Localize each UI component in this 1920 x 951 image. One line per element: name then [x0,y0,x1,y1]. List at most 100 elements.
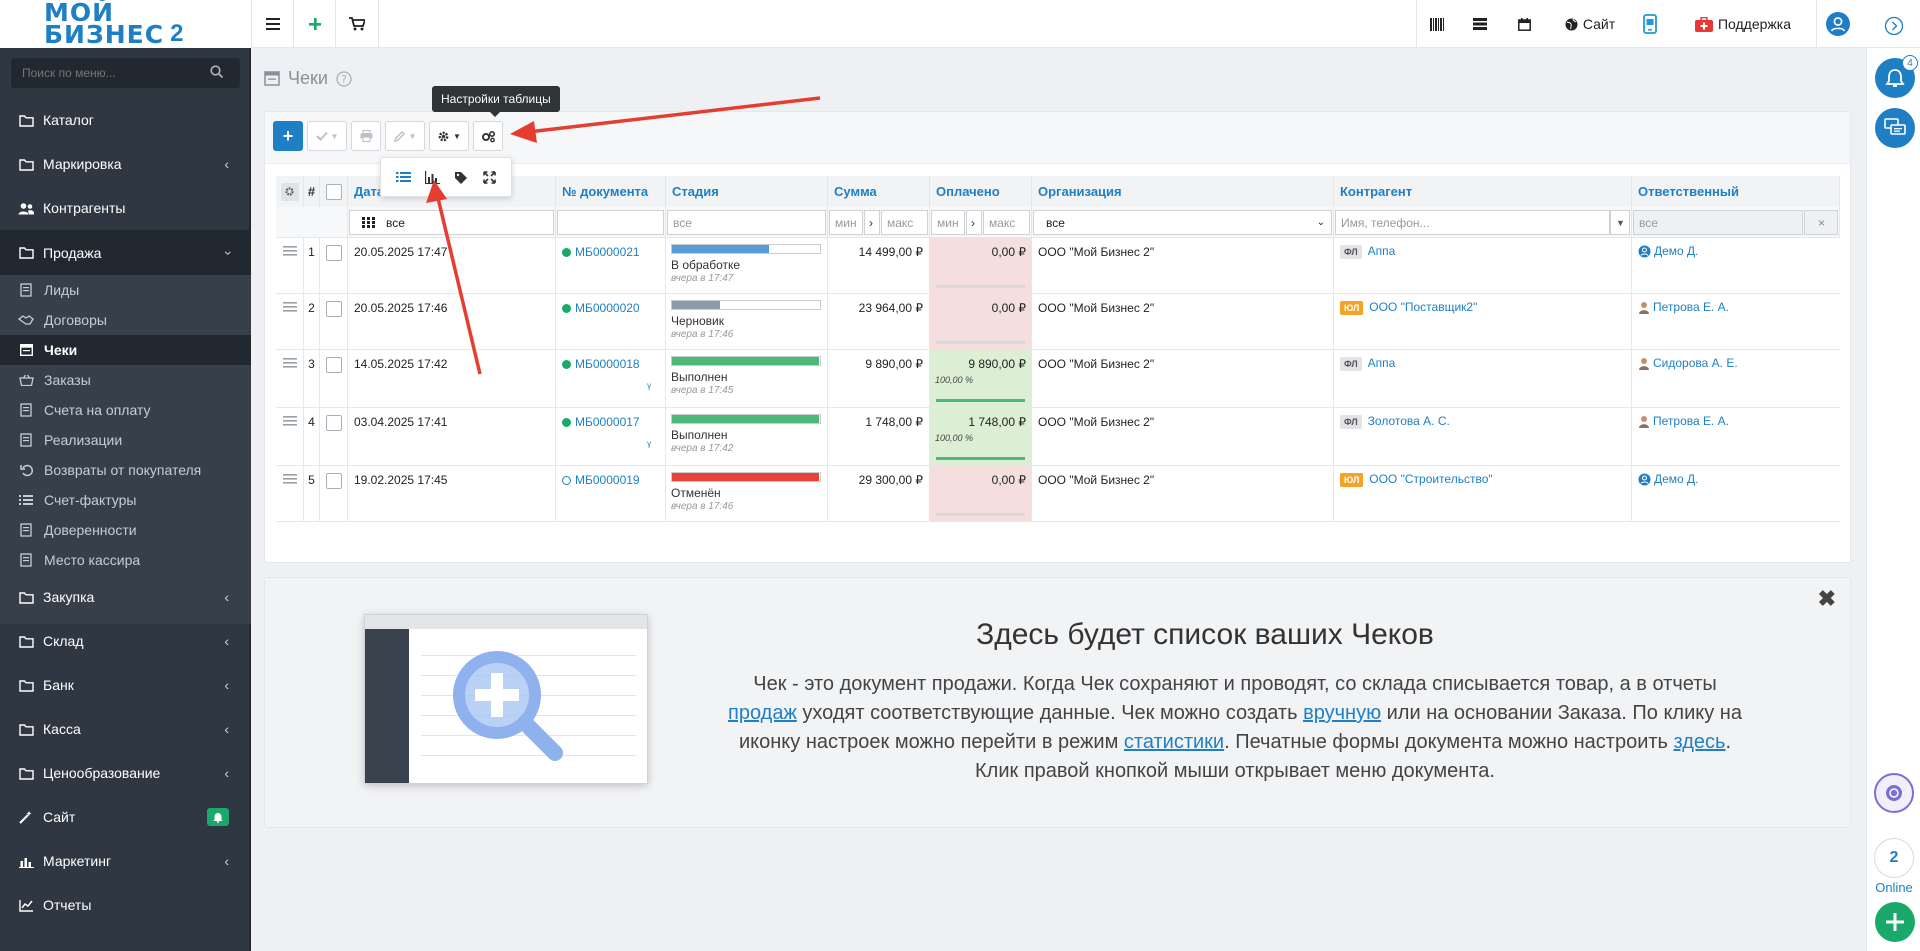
barcode-button[interactable] [1416,0,1456,48]
column-header-stage[interactable]: Стадия [666,176,828,207]
site-button[interactable]: Сайт [1550,0,1630,48]
close-icon[interactable]: ✖ [1818,586,1836,612]
sum-max-input[interactable]: макс [881,210,928,235]
quick-create-button[interactable] [1875,902,1915,942]
table-row[interactable]: 3 14.05.2025 17:42 МБ0000018 ᵞ Выполнен … [276,349,1840,408]
doc-number-link[interactable]: МБ0000020 [575,301,640,315]
column-header-responsible[interactable]: Ответственный [1632,176,1840,207]
row-select[interactable] [320,466,348,522]
sidebar-item-sales[interactable]: Продажа ‹ [0,230,251,275]
actions-button[interactable]: ▼ [429,121,469,151]
row-checkbox[interactable] [326,357,342,373]
paid-max-input[interactable]: макс [983,210,1030,235]
column-header-select[interactable] [320,176,348,207]
quick-add-button[interactable] [293,0,335,48]
expand-icon[interactable] [483,170,496,184]
sidebar-item-marking[interactable]: Маркировка ‹ [0,142,251,186]
sidebar-subitem-powers-of-attorney[interactable]: Доверенности [0,515,251,545]
cell-doc[interactable]: МБ0000021 [556,238,666,294]
caret-down-icon[interactable]: ▼ [1610,210,1630,235]
gear-icon[interactable] [280,182,299,201]
statistics-icon[interactable] [425,170,440,184]
sidebar-item-marketing[interactable]: Маркетинг ‹ [0,839,251,883]
sidebar-item-reports[interactable]: Отчеты [0,883,251,927]
sidebar-subitem-cashier[interactable]: Место кассира [0,545,251,575]
row-checkbox[interactable] [326,301,342,317]
sidebar-subitem-sales-docs[interactable]: Реализации [0,425,251,455]
table-row[interactable]: 5 19.02.2025 17:45 МБ0000019 Отменён вче… [276,465,1840,522]
sidebar-subitem-contracts[interactable]: Договоры [0,305,251,335]
sidebar-item-purchase[interactable]: Закупка ‹ [0,575,251,619]
column-header-org[interactable]: Организация [1032,176,1334,207]
contractor-filter-input[interactable]: Имя, телефон... [1335,210,1610,235]
responsible-link[interactable]: Демо Д. [1654,472,1699,486]
doc-number-link[interactable]: МБ0000017 [575,415,640,429]
table-settings-button[interactable] [473,121,503,151]
row-checkbox[interactable] [326,415,342,431]
org-filter-select[interactable]: все ⌄ [1033,210,1332,235]
cell-stage[interactable]: Отменён вчера в 17:46 [666,466,828,522]
statistics-link[interactable]: статистики [1124,731,1224,753]
contractor-link[interactable]: Аппа [1368,356,1396,370]
sidebar-item-warehouse[interactable]: Склад ‹ [0,619,251,663]
contractor-link[interactable]: ООО "Строительство" [1369,472,1492,486]
assistant-button[interactable] [1874,773,1914,813]
support-button[interactable]: Поддержка [1690,0,1796,48]
column-settings-header[interactable] [276,176,304,207]
drag-handle[interactable] [276,238,304,294]
doc-filter-input[interactable] [557,210,664,235]
row-checkbox[interactable] [326,245,342,261]
sidebar-item-bank[interactable]: Банк ‹ [0,663,251,707]
print-forms-link[interactable]: здесь [1674,731,1726,753]
cell-contractor[interactable]: ФЛ Аппа [1334,350,1632,408]
sidebar-subitem-receipts[interactable]: Чеки [0,335,251,365]
cell-stage[interactable]: Выполнен вчера в 17:42 [666,408,828,466]
sidebar-subitem-returns[interactable]: Возвраты от покупателя [0,455,251,485]
cell-contractor[interactable]: ЮЛ ООО "Строительство" [1334,466,1632,522]
search-icon[interactable] [210,65,223,78]
tags-icon[interactable] [454,171,469,184]
list-view-icon[interactable] [396,171,411,183]
cell-doc[interactable]: МБ0000017 ᵞ [556,408,666,466]
responsible-link[interactable]: Демо Д. [1654,244,1699,258]
print-button[interactable] [351,121,381,151]
cell-doc[interactable]: МБ0000019 [556,466,666,522]
cell-responsible[interactable]: Демо Д. [1632,466,1840,522]
cell-stage[interactable]: В обработке вчера в 17:47 [666,238,828,294]
online-count[interactable]: 2 [1874,838,1914,878]
table-row[interactable]: 1 20.05.2025 17:47 МБ0000021 В обработке… [276,237,1840,294]
responsible-filter-input[interactable]: все [1633,210,1803,235]
select-all-checkbox[interactable] [325,183,342,200]
logo[interactable]: МОЙ БИЗНЕС 2 [0,0,251,48]
sidebar-subitem-invoices[interactable]: Счета на оплату [0,395,251,425]
doc-number-link[interactable]: МБ0000021 [575,245,640,259]
contractor-link[interactable]: Золотова А. С. [1368,414,1450,428]
sidebar-item-pricing[interactable]: Ценообразование ‹ [0,751,251,795]
sidebar-item-cash[interactable]: Касса ‹ [0,707,251,751]
cell-doc[interactable]: МБ0000020 [556,294,666,350]
drag-handle[interactable] [276,294,304,350]
sidebar-item-contractors[interactable]: Контрагенты [0,186,251,230]
add-receipt-button[interactable]: + [273,121,303,151]
help-icon[interactable]: ? [336,70,352,87]
responsible-link[interactable]: Сидорова А. Е. [1653,356,1738,370]
menu-toggle-button[interactable] [251,0,293,48]
cell-responsible[interactable]: Петрова Е. А. [1632,294,1840,350]
responsible-link[interactable]: Петрова Е. А. [1653,300,1729,314]
doc-number-link[interactable]: МБ0000019 [575,473,640,487]
cell-contractor[interactable]: ФЛ Золотова А. С. [1334,408,1632,466]
row-select[interactable] [320,238,348,294]
chat-button[interactable] [1875,108,1915,148]
cell-responsible[interactable]: Сидорова А. Е. [1632,350,1840,408]
column-header-doc[interactable]: № документа [556,176,666,207]
server-button[interactable] [1460,0,1500,48]
clear-filter-icon[interactable]: × [1804,210,1838,235]
edit-button[interactable]: ▼ [385,121,425,151]
cell-contractor[interactable]: ЮЛ ООО "Поставщик2" [1334,294,1632,350]
contractor-link[interactable]: Аппа [1368,244,1396,258]
cell-stage[interactable]: Выполнен вчера в 17:45 [666,350,828,408]
column-header-contractor[interactable]: Контрагент [1334,176,1632,207]
column-header-paid[interactable]: Оплачено [930,176,1032,207]
drag-handle[interactable] [276,408,304,466]
sidebar-subitem-leads[interactable]: Лиды [0,275,251,305]
